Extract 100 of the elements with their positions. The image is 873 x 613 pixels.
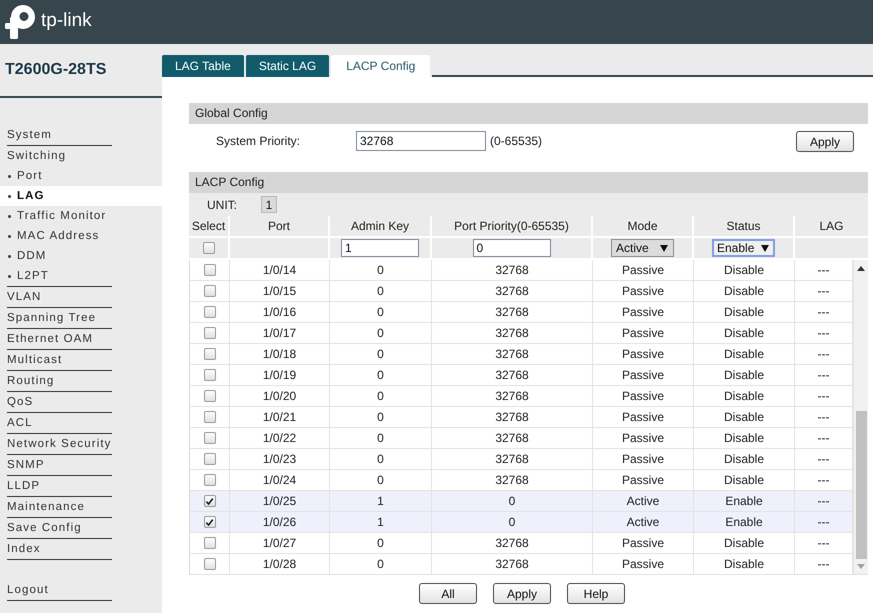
table-cell: 1/0/19 [230, 365, 330, 386]
sidebar-item[interactable]: L2PT [0, 266, 162, 286]
checkbox[interactable] [204, 495, 216, 507]
dropdown[interactable]: Active [611, 239, 674, 257]
checkbox[interactable] [204, 474, 216, 486]
checkbox[interactable] [204, 306, 216, 318]
table-cell: Passive [593, 260, 694, 281]
sidebar-item[interactable]: QoS [0, 392, 162, 412]
table-cell: Passive [593, 533, 694, 554]
checkbox[interactable] [204, 432, 216, 444]
action-button[interactable]: All [419, 583, 477, 604]
sidebar-item[interactable]: Port [0, 166, 162, 186]
scroll-up-icon[interactable] [857, 266, 865, 271]
table-cell: --- [795, 344, 853, 365]
checkbox[interactable] [202, 242, 214, 254]
table-cell: 32768 [432, 302, 593, 323]
sidebar-item[interactable]: LAG [0, 186, 162, 206]
input-field[interactable]: 32768 [356, 131, 486, 151]
table-cell: 1/0/18 [230, 344, 330, 365]
table-cell: Passive [593, 302, 694, 323]
logo-text: tp-link [41, 10, 92, 32]
sidebar-item[interactable]: Ethernet OAM [0, 329, 162, 349]
apply-button[interactable]: Apply [796, 131, 854, 152]
action-button[interactable]: Apply [493, 583, 551, 604]
checkbox[interactable] [204, 285, 216, 297]
checkbox[interactable] [204, 348, 216, 360]
table-cell: Disable [694, 323, 795, 344]
table-cell: --- [795, 449, 853, 470]
table-cell: Passive [593, 554, 694, 575]
sidebar-item[interactable]: Routing [0, 371, 162, 391]
checkbox[interactable] [204, 411, 216, 423]
table-cell: 1/0/28 [230, 554, 330, 575]
table-cell: Active [593, 512, 694, 533]
sidebar-item[interactable]: VLAN [0, 287, 162, 307]
logout-link[interactable]: Logout [0, 580, 162, 600]
table-cell: 32768 [432, 428, 593, 449]
tab[interactable]: LACP Config [331, 55, 430, 77]
table-cell: 1/0/22 [230, 428, 330, 449]
checkbox[interactable] [204, 537, 216, 549]
table-cell: Active [593, 491, 694, 512]
input-field[interactable]: 0 [472, 239, 550, 257]
table-cell: 32768 [432, 533, 593, 554]
table-cell: 32768 [432, 554, 593, 575]
checkbox[interactable] [204, 327, 216, 339]
table-cell: Disable [694, 407, 795, 428]
sidebar-item[interactable]: SNMP [0, 455, 162, 475]
table-cell: 1/0/17 [230, 323, 330, 344]
sidebar-item[interactable]: Traffic Monitor [0, 206, 162, 226]
scrollbar[interactable] [853, 260, 868, 575]
table-cell: Enable [694, 512, 795, 533]
table-cell: 0 [432, 512, 593, 533]
table-cell: 1/0/14 [230, 260, 330, 281]
sidebar-item[interactable]: ACL [0, 413, 162, 433]
tab[interactable]: LAG Table [162, 55, 244, 77]
checkbox[interactable] [204, 558, 216, 570]
sidebar-item[interactable]: Maintenance [0, 497, 162, 517]
table-cell: Disable [694, 470, 795, 491]
sidebar-item[interactable]: System [0, 125, 162, 145]
table-cell: 32768 [432, 407, 593, 428]
column-header: Port Priority(0-65535) [432, 216, 593, 238]
table-cell: 0 [330, 260, 432, 281]
sidebar-item[interactable]: DDM [0, 246, 162, 266]
table-cell: 32768 [432, 344, 593, 365]
table-cell: Passive [593, 344, 694, 365]
table-cell: 32768 [432, 386, 593, 407]
sidebar-item[interactable]: Spanning Tree [0, 308, 162, 328]
sidebar-item[interactable]: MAC Address [0, 226, 162, 246]
checkbox[interactable] [204, 516, 216, 528]
table-cell: 0 [330, 407, 432, 428]
table-cell: 0 [330, 281, 432, 302]
sidebar-item[interactable]: Index [0, 539, 162, 559]
field-label: System Priority: [216, 133, 300, 150]
table-cell: Disable [694, 281, 795, 302]
sidebar-item[interactable]: Save Config [0, 518, 162, 538]
bullet-icon [8, 194, 11, 198]
sidebar-item[interactable]: Switching [0, 146, 162, 166]
table-cell: --- [795, 302, 853, 323]
unit-button[interactable]: 1 [261, 196, 277, 213]
table-cell: 1/0/20 [230, 386, 330, 407]
table-cell: 32768 [432, 365, 593, 386]
tab[interactable]: Static LAG [246, 55, 330, 77]
table-cell: --- [795, 386, 853, 407]
table-cell: 32768 [432, 470, 593, 491]
checkbox[interactable] [204, 453, 216, 465]
column-header: Status [694, 216, 795, 238]
input-field[interactable]: 1 [341, 239, 419, 257]
table-cell: Disable [694, 302, 795, 323]
scroll-down-icon[interactable] [857, 564, 865, 569]
dropdown[interactable]: Enable [712, 239, 775, 257]
sidebar-item[interactable]: Multicast [0, 350, 162, 370]
checkbox[interactable] [204, 369, 216, 381]
table-cell: Disable [694, 260, 795, 281]
table-cell: Passive [593, 386, 694, 407]
scrollbar-thumb[interactable] [856, 411, 866, 559]
sidebar-item[interactable]: LLDP [0, 476, 162, 496]
sidebar-item[interactable]: Network Security [0, 434, 162, 454]
checkbox[interactable] [204, 264, 216, 276]
table-cell: 1 [330, 491, 432, 512]
action-button[interactable]: Help [567, 583, 625, 604]
checkbox[interactable] [204, 390, 216, 402]
